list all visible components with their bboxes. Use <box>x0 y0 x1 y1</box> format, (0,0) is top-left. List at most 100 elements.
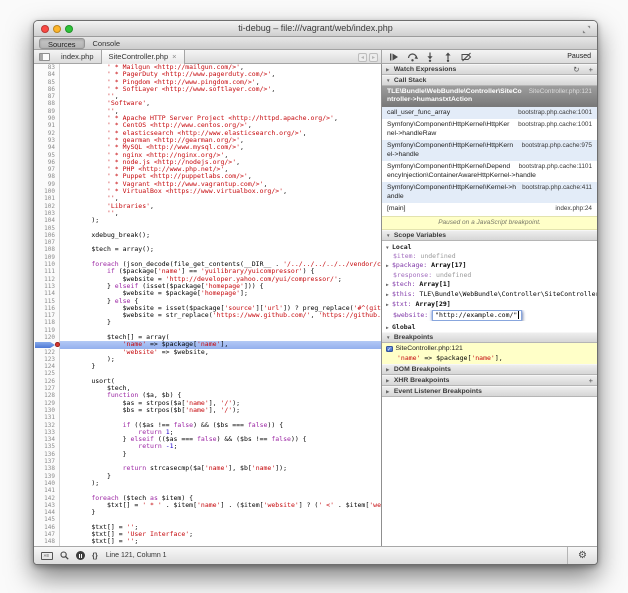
line-number-gutter[interactable]: 115 <box>34 298 60 305</box>
breakpoint-dot-icon[interactable] <box>55 342 60 347</box>
breakpoint-entry[interactable]: ✓SiteController.php:121 'name' => $packa… <box>382 343 597 364</box>
line-number-gutter[interactable]: 105 <box>34 225 60 232</box>
code-line-text[interactable]: '', <box>60 108 381 115</box>
code-line-text[interactable]: ' * Pingdom <http://www.pingdom.com/>', <box>60 79 381 86</box>
step-into-icon[interactable] <box>423 51 437 62</box>
line-number-gutter[interactable]: 99 <box>34 181 60 188</box>
code-line-text[interactable]: $txt[] = ''; <box>60 538 381 545</box>
xhr-breakpoints-header[interactable]: ▶ XHR Breakpoints + <box>382 375 597 386</box>
code-line-text[interactable]: ' * Apache HTTP Server Project <http://h… <box>60 115 381 122</box>
code-line-text[interactable]: ); <box>60 217 381 224</box>
code-line-text[interactable]: $website = isset($package['source']['url… <box>60 305 381 312</box>
code-line-text[interactable]: xdebug_break(); <box>60 232 381 239</box>
line-number-gutter[interactable]: 127 <box>34 385 60 392</box>
tab-console[interactable]: Console <box>85 38 129 49</box>
scope-variable[interactable]: ▶$tech: Array[1] <box>382 280 597 290</box>
code-line-text[interactable]: ); <box>60 356 381 363</box>
console-toggle-icon[interactable]: »≡ <box>41 552 53 560</box>
code-line-text[interactable]: ' * SoftLayer <http://www.softlayer.com/… <box>60 86 381 93</box>
line-number-gutter[interactable]: 136 <box>34 451 60 458</box>
call-stack-frame[interactable]: SiteController.php:121TLE\Bundle\WebBund… <box>382 86 597 107</box>
line-number-gutter[interactable]: 97 <box>34 166 60 173</box>
code-line-text[interactable]: } else { <box>60 298 381 305</box>
scope-variable[interactable]: $website: "http://example.com/" <box>382 310 597 321</box>
line-number-gutter[interactable]: 131 <box>34 414 60 421</box>
line-number-gutter[interactable]: 110 <box>34 261 60 268</box>
line-number-gutter[interactable]: 138 <box>34 465 60 472</box>
step-out-icon[interactable] <box>441 51 455 62</box>
line-number-gutter[interactable]: 134 <box>34 436 60 443</box>
code-line-text[interactable]: '', <box>60 93 381 100</box>
line-number-gutter[interactable]: 86 <box>34 86 60 93</box>
file-tab-sitecontroller[interactable]: SiteController.php× <box>101 50 185 64</box>
code-line-text[interactable] <box>60 487 381 494</box>
line-number-gutter[interactable]: 112 <box>34 276 60 283</box>
scope-variable[interactable]: ▶$txt: Array[29] <box>382 300 597 310</box>
scope-variable[interactable]: ▶$this: TLE\Bundle\WebBundle\Controller\… <box>382 290 597 300</box>
code-line-text[interactable]: ' * elasticsearch <http://www.elasticsea… <box>60 130 381 137</box>
line-number-gutter[interactable]: 133 <box>34 429 60 436</box>
code-line-text[interactable]: if ($package['name'] == 'yuilibrary/yuic… <box>60 268 381 275</box>
tab-nav-back-button[interactable]: ◂ <box>358 53 367 62</box>
code-line-text[interactable]: $bs = strpos($b['name'], '/'); <box>60 407 381 414</box>
code-line-text[interactable]: foreach ($tech as $item) { <box>60 495 381 502</box>
call-stack-frame[interactable]: bootstrap.php.cache:1101Symfony\Componen… <box>382 161 597 182</box>
code-line-text[interactable]: } <box>60 473 381 480</box>
line-number-gutter[interactable]: 114 <box>34 290 60 297</box>
line-number-gutter[interactable]: 119 <box>34 327 60 334</box>
line-number-gutter[interactable]: 124 <box>34 363 60 370</box>
variable-value[interactable]: "http://example.com/" <box>432 310 522 321</box>
code-line-text[interactable]: ); <box>60 480 381 487</box>
breakpoints-header[interactable]: ▼ Breakpoints <box>382 332 597 343</box>
line-number-gutter[interactable]: 141 <box>34 487 60 494</box>
line-number-gutter[interactable]: 140 <box>34 480 60 487</box>
tab-nav-forward-button[interactable]: ▸ <box>369 53 378 62</box>
call-stack-frame[interactable]: bootstrap.php.cache:1001call_user_func_a… <box>382 107 597 119</box>
tab-sources[interactable]: Sources <box>39 38 85 49</box>
code-line-text[interactable]: $website = $package['homepage']; <box>60 290 381 297</box>
line-number-gutter[interactable]: 103 <box>34 210 60 217</box>
line-number-gutter[interactable]: 125 <box>34 370 60 377</box>
line-number-gutter[interactable]: 132 <box>34 422 60 429</box>
code-line-text[interactable]: function ($a, $b) { <box>60 392 381 399</box>
line-number-gutter[interactable]: 137 <box>34 458 60 465</box>
line-number-gutter[interactable]: 135 <box>34 443 60 450</box>
code-line-text[interactable] <box>60 414 381 421</box>
code-line-text[interactable]: } elseif (isset($package['homepage'])) { <box>60 283 381 290</box>
step-over-icon[interactable] <box>405 51 419 62</box>
code-line-text[interactable]: ' * VirtualBox <https://www.virtualbox.o… <box>60 188 381 195</box>
toggle-breakpoints-icon[interactable] <box>459 51 473 62</box>
line-number-gutter[interactable]: 118 <box>34 319 60 326</box>
code-line-text[interactable]: $txt[] = ''; <box>60 524 381 531</box>
line-number-gutter[interactable]: 128 <box>34 392 60 399</box>
code-line-text[interactable]: ' * PagerDuty <http://www.pagerduty.com/… <box>60 71 381 78</box>
line-number-gutter[interactable]: 88 <box>34 100 60 107</box>
file-tab-indexphp[interactable]: index.php <box>54 50 101 64</box>
code-line-text[interactable]: ' * Vagrant <http://www.vagrantup.com/>'… <box>60 181 381 188</box>
line-number-gutter[interactable]: 113 <box>34 283 60 290</box>
line-number-gutter[interactable]: 89 <box>34 108 60 115</box>
line-number-gutter[interactable]: 129 <box>34 400 60 407</box>
call-stack-frame[interactable]: bootstrap.php.cache:411Symfony\Component… <box>382 182 597 203</box>
code-line-text[interactable]: $tech[] = array( <box>60 334 381 341</box>
call-stack-frame[interactable]: bootstrap.php.cache:975Symfony\Component… <box>382 140 597 161</box>
line-number-gutter[interactable]: 92 <box>34 130 60 137</box>
code-line-text[interactable]: $website = str_replace('https://www.gith… <box>60 312 381 319</box>
code-line-text[interactable]: '', <box>60 195 381 202</box>
code-line-text[interactable]: 'website' => $website, <box>60 349 381 356</box>
line-number-gutter[interactable]: 148 <box>34 538 60 545</box>
navigator-sidebar-toggle-icon[interactable] <box>39 53 50 61</box>
code-line-text[interactable]: usort( <box>60 378 381 385</box>
scope-variable[interactable]: $response: undefined <box>382 271 597 280</box>
code-line-text[interactable]: ' * Puppet <http://puppetlabs.com/>', <box>60 173 381 180</box>
code-line-text[interactable]: $as = strpos($a['name'], '/'); <box>60 400 381 407</box>
scope-local-group[interactable]: ▼Local <box>382 241 597 252</box>
line-number-gutter[interactable]: 130 <box>34 407 60 414</box>
line-number-gutter[interactable]: 87 <box>34 93 60 100</box>
line-number-gutter[interactable]: 123 <box>34 356 60 363</box>
line-number-gutter[interactable]: 96 <box>34 159 60 166</box>
line-number-gutter[interactable]: 93 <box>34 137 60 144</box>
line-number-gutter[interactable]: 84 <box>34 71 60 78</box>
line-number-gutter[interactable]: 147 <box>34 531 60 538</box>
code-line-text[interactable]: '', <box>60 210 381 217</box>
